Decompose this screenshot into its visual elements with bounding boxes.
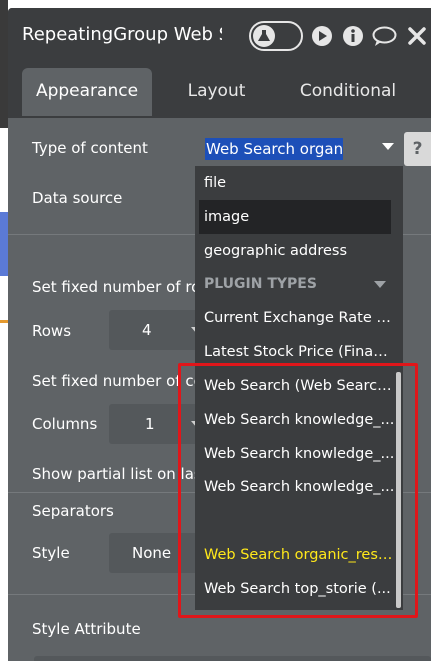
style-attribute-label: Style Attribute [32, 620, 141, 638]
help-button[interactable]: ? [404, 132, 431, 166]
menu-item-exchange-rate[interactable]: Current Exchange Rate (F... [195, 301, 395, 335]
menu-item-file[interactable]: file [195, 166, 395, 200]
rows-select[interactable]: 4 [109, 310, 204, 350]
background-orange-line [0, 320, 8, 323]
tab-layout[interactable]: Layout [158, 68, 275, 116]
plugin-types-header: PLUGIN TYPES [204, 267, 394, 301]
columns-label: Columns [32, 415, 98, 433]
plugin-types-label: PLUGIN TYPES [204, 276, 317, 292]
panel-title: RepeatingGroup Web Se [22, 24, 222, 45]
partial-list-label: Show partial list on las [32, 465, 202, 483]
rows-value: 4 [142, 321, 152, 339]
close-icon[interactable] [406, 25, 428, 47]
chevron-down-icon [374, 281, 386, 288]
type-of-content-select[interactable]: Web Search organic [195, 133, 403, 167]
fixed-rows-label: Set fixed number of row [32, 278, 213, 296]
type-of-content-label: Type of content [32, 139, 148, 157]
play-icon[interactable] [311, 25, 333, 47]
background-editor-top [0, 0, 8, 128]
annotation-highlight-box [178, 363, 418, 618]
background-blue-element [0, 212, 8, 276]
background-strip [0, 0, 8, 661]
flask-icon [253, 25, 275, 47]
comment-icon[interactable] [372, 25, 397, 47]
style-label: Style [32, 544, 70, 562]
rows-label: Rows [32, 322, 72, 340]
separators-label: Separators [32, 502, 114, 520]
type-of-content-value[interactable]: Web Search organic [205, 138, 343, 160]
flask-toggle[interactable] [249, 21, 303, 51]
tab-bar: Appearance Layout Conditional [8, 64, 431, 118]
chevron-down-icon [382, 143, 394, 150]
tab-appearance[interactable]: Appearance [22, 68, 152, 116]
tab-conditional[interactable]: Conditional [283, 68, 413, 116]
style-attribute-input[interactable] [34, 656, 431, 661]
info-icon[interactable] [342, 25, 364, 47]
data-source-label: Data source [32, 189, 123, 207]
panel-titlebar[interactable]: RepeatingGroup Web Se [8, 8, 431, 64]
style-value: None [132, 544, 172, 562]
menu-item-image[interactable]: image [199, 200, 391, 234]
menu-item-geographic-address[interactable]: geographic address [195, 234, 395, 268]
columns-value: 1 [145, 415, 155, 433]
